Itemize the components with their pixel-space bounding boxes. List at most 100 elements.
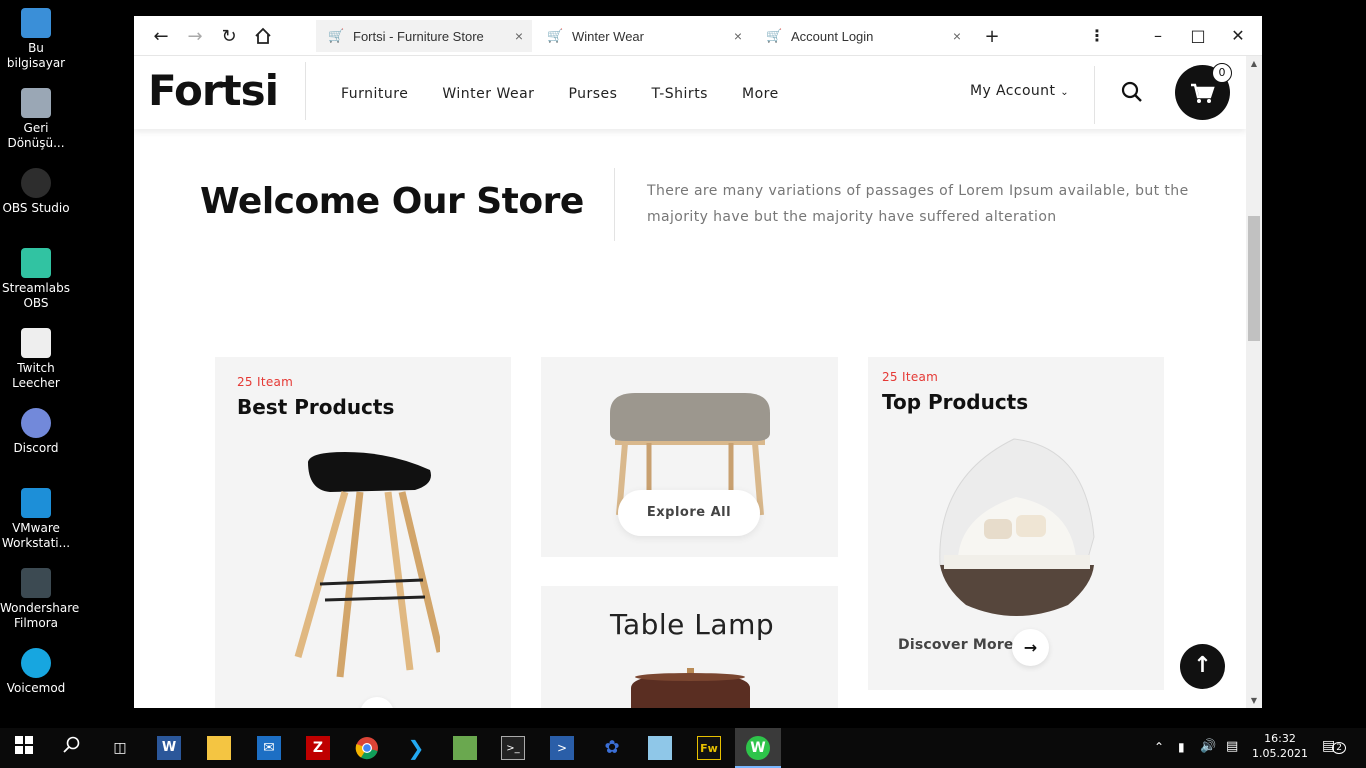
notepad-icon[interactable]: [453, 736, 477, 760]
desktop-shortcut-label: Bu bilgisayar: [6, 41, 66, 70]
battery-icon[interactable]: ▮: [1178, 740, 1185, 754]
desktop-shortcut[interactable]: VMware Workstati...: [0, 488, 72, 551]
notification-count: 2: [1332, 742, 1346, 754]
desktop-shortcut[interactable]: Geri Dönüşü...: [0, 88, 72, 151]
chevron-up-icon[interactable]: ⌃: [1154, 740, 1164, 754]
discord-icon: [21, 408, 51, 438]
filezilla-icon[interactable]: Z: [306, 736, 330, 760]
desktop-shortcut[interactable]: Twitch Leecher: [0, 328, 72, 391]
chrome-icon[interactable]: [355, 736, 379, 760]
table-lamp-card[interactable]: Table Lamp: [541, 586, 838, 708]
close-tab-icon[interactable]: ×: [944, 28, 970, 44]
computer-icon: [21, 8, 51, 38]
desktop-shortcut-label: Discord: [13, 441, 59, 455]
explore-card[interactable]: Explore All: [541, 357, 838, 557]
desktop-shortcut-label: Geri Dönüşü...: [7, 121, 65, 150]
clock[interactable]: 16:32 1.05.2021: [1252, 732, 1308, 760]
task-view-icon[interactable]: ◫: [108, 736, 132, 760]
date-text: 1.05.2021: [1252, 747, 1308, 760]
notifications-icon[interactable]: ▤2: [1322, 738, 1346, 754]
network-icon[interactable]: ▤: [1226, 739, 1238, 754]
vscode-icon[interactable]: ❯: [404, 736, 428, 760]
nav-winter-wear[interactable]: Winter Wear: [442, 86, 534, 102]
my-account-label: My Account: [970, 83, 1056, 99]
cart-button[interactable]: 0: [1175, 63, 1232, 120]
arrow-button[interactable]: [360, 697, 394, 708]
card-title: Table Lamp: [610, 608, 775, 641]
forward-icon[interactable]: →: [182, 23, 208, 49]
desktop-shortcut-label: Voicemod: [6, 681, 66, 695]
nav-purses[interactable]: Purses: [568, 86, 617, 102]
maximize-icon[interactable]: □: [1186, 24, 1210, 48]
nav-more[interactable]: More: [742, 86, 779, 102]
twitch-leecher-icon: [21, 328, 51, 358]
desktop-shortcut-label: Twitch Leecher: [12, 361, 60, 390]
divider: [614, 168, 615, 241]
nav-furniture[interactable]: Furniture: [341, 86, 408, 102]
card-title: Top Products: [882, 390, 1029, 414]
tab-account-login[interactable]: 🛒 Account Login ×: [754, 20, 970, 52]
cart-count-badge: 0: [1212, 63, 1232, 83]
powershell-icon[interactable]: >: [550, 736, 574, 760]
taskbar: ◫ W ✉ Z ❯ >_ > ✿ Fw W ⌃ ▮ 🔊 ▤ 16:32 1.05…: [0, 728, 1366, 768]
daybed-image: [939, 438, 1095, 616]
minimize-icon[interactable]: –: [1146, 24, 1170, 48]
my-account-menu[interactable]: My Account ⌄: [970, 83, 1069, 99]
desktop-shortcut[interactable]: Discord: [0, 408, 72, 456]
explore-all-button[interactable]: Explore All: [618, 490, 760, 536]
tab-bar: ← → ↻ 🛒 Fortsi - Furniture Store × 🛒 Win…: [134, 16, 1262, 56]
tab-title: Winter Wear: [572, 28, 644, 44]
desktop-shortcut[interactable]: Bu bilgisayar: [0, 8, 72, 71]
close-window-icon[interactable]: ✕: [1226, 24, 1250, 48]
desktop-shortcut[interactable]: Wondershare Filmora: [0, 568, 79, 631]
tab-winter-wear[interactable]: 🛒 Winter Wear ×: [535, 20, 751, 52]
home-icon[interactable]: [250, 23, 276, 49]
web-page: Fortsi Furniture Winter Wear Purses T-Sh…: [134, 56, 1246, 708]
cart-favicon-icon: 🛒: [766, 28, 783, 43]
scrollbar-thumb[interactable]: [1248, 216, 1260, 341]
search-icon[interactable]: [1120, 80, 1144, 104]
tab-fortsi[interactable]: 🛒 Fortsi - Furniture Store ×: [316, 20, 532, 52]
desktop-shortcut[interactable]: Streamlabs OBS: [0, 248, 72, 311]
best-products-card[interactable]: 25 Iteam Best Products: [215, 357, 511, 708]
app-icon[interactable]: ✿: [600, 736, 624, 760]
main-nav: Furniture Winter Wear Purses T-Shirts Mo…: [341, 86, 813, 102]
discover-more-link[interactable]: Discover More: [898, 637, 1014, 653]
fireworks-icon[interactable]: Fw: [697, 736, 721, 760]
mail-icon[interactable]: ✉: [257, 736, 281, 760]
chevron-down-icon: ⌄: [1060, 87, 1069, 98]
streamlabs-obs-icon: [21, 248, 51, 278]
volume-icon[interactable]: 🔊: [1200, 739, 1216, 754]
terminal-icon[interactable]: >_: [501, 736, 525, 760]
menu-dots-icon[interactable]: ⋮: [1085, 24, 1109, 48]
divider: [1094, 66, 1095, 124]
arrow-right-icon[interactable]: →: [1012, 629, 1049, 666]
item-count: 25 Iteam: [237, 375, 294, 389]
app-icon[interactable]: [648, 736, 672, 760]
top-products-card[interactable]: 25 Iteam Top Products Discover More →: [868, 357, 1164, 690]
windows-start-icon[interactable]: [12, 736, 36, 760]
word-icon[interactable]: W: [157, 736, 181, 760]
back-icon[interactable]: ←: [148, 23, 174, 49]
search-icon[interactable]: [60, 736, 84, 760]
welcome-text: There are many variations of passages of…: [647, 183, 1189, 225]
page-scrollbar[interactable]: ▲ ▼: [1246, 56, 1262, 708]
close-tab-icon[interactable]: ×: [506, 28, 532, 44]
obs-studio-icon: [21, 168, 51, 198]
voicemod-icon: [21, 648, 51, 678]
nav-t-shirts[interactable]: T-Shirts: [651, 86, 708, 102]
desktop-shortcut[interactable]: Voicemod: [0, 648, 72, 696]
file-explorer-icon[interactable]: [207, 736, 231, 760]
site-logo[interactable]: Fortsi: [148, 66, 279, 115]
desktop-shortcut[interactable]: OBS Studio: [0, 168, 72, 216]
close-tab-icon[interactable]: ×: [725, 28, 751, 44]
desktop-shortcut-label: OBS Studio: [2, 201, 70, 215]
new-tab-button[interactable]: +: [979, 23, 1005, 49]
scroll-up-icon[interactable]: ▲: [1246, 59, 1262, 68]
reload-icon[interactable]: ↻: [216, 23, 242, 49]
scroll-down-icon[interactable]: ▼: [1246, 696, 1262, 705]
scroll-to-top-button[interactable]: ↑: [1180, 644, 1225, 689]
webcord-icon[interactable]: W: [746, 736, 770, 760]
recycle-bin-icon: [21, 88, 51, 118]
vmware-icon: [21, 488, 51, 518]
